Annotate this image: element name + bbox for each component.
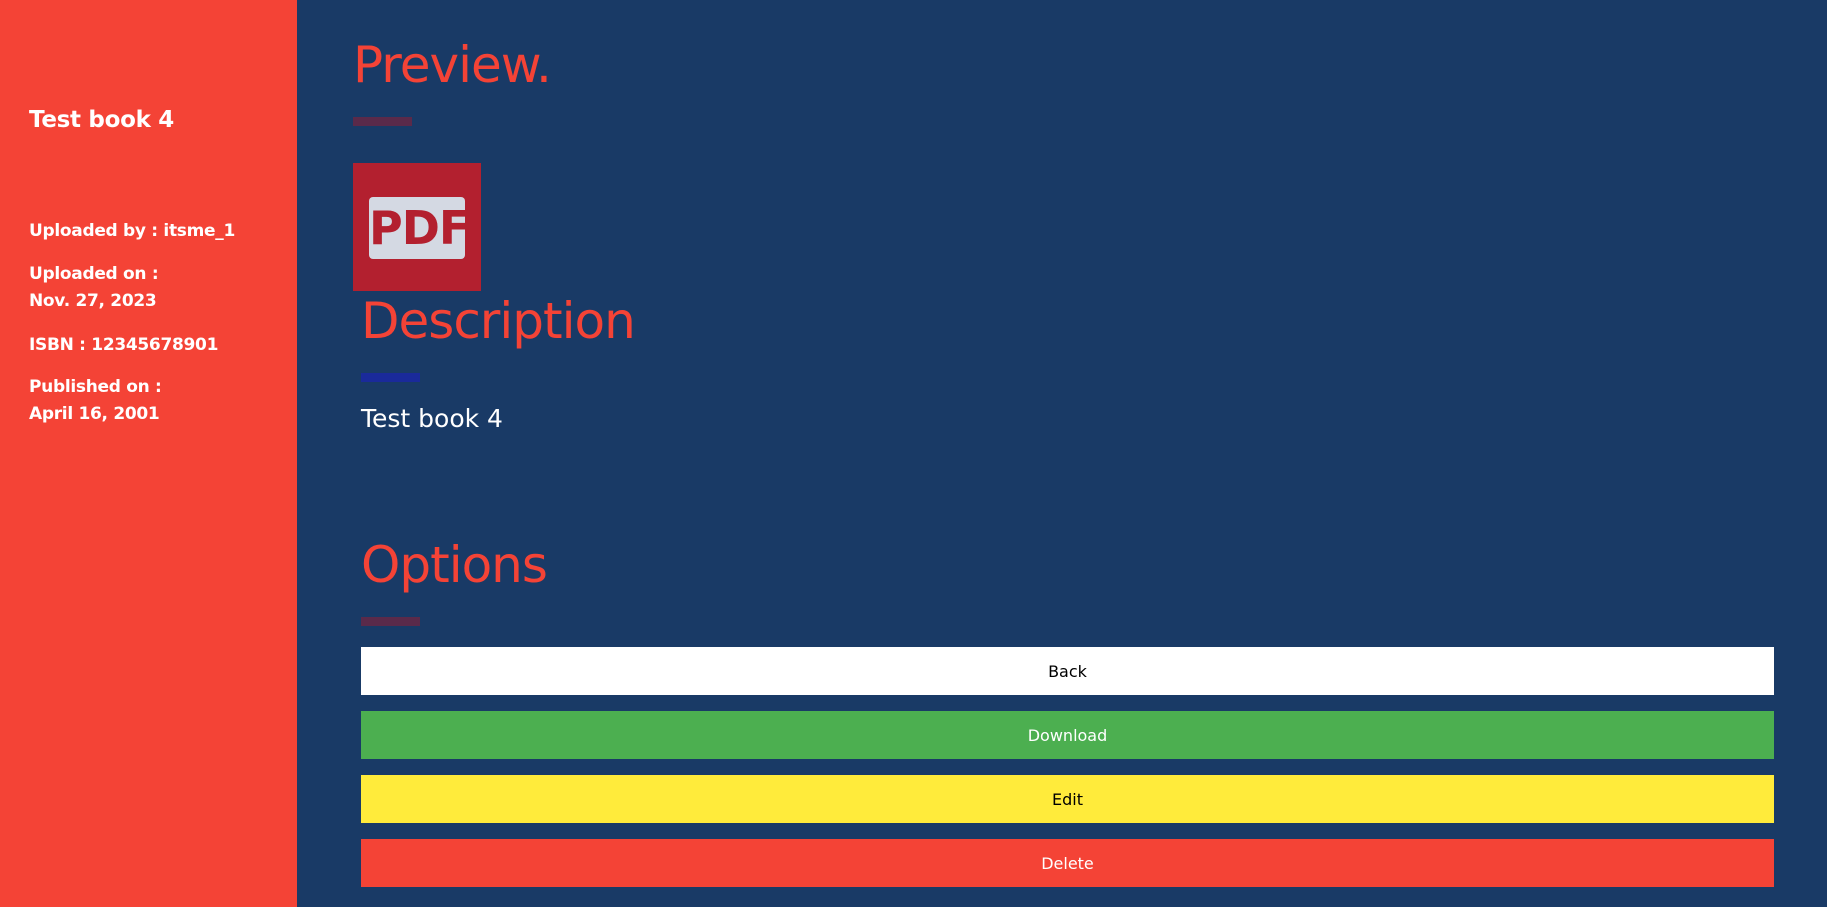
book-title: Test book 4 (29, 107, 174, 133)
uploaded-on: Uploaded on : Nov. 27, 2023 (29, 261, 159, 315)
published-on-value: April 16, 2001 (29, 404, 160, 424)
pdf-icon: PDF (369, 197, 470, 259)
pdf-preview-thumbnail[interactable]: PDF (353, 163, 481, 291)
book-info-sidebar: Test book 4 Uploaded by : itsme_1 Upload… (0, 0, 297, 907)
description-text: Test book 4 (361, 404, 503, 433)
book-detail-page: Test book 4 Uploaded by : itsme_1 Upload… (0, 0, 1827, 907)
options-heading: Options (361, 536, 548, 594)
edit-button[interactable]: Edit (361, 775, 1774, 823)
uploaded-by: Uploaded by : itsme_1 (29, 221, 235, 241)
preview-heading: Preview. (353, 36, 552, 94)
published-on: Published on : April 16, 2001 (29, 374, 162, 428)
preview-underline (353, 117, 412, 126)
delete-button[interactable]: Delete (361, 839, 1774, 887)
main-content: Preview. PDF Description Test book 4 Opt… (297, 0, 1827, 907)
description-underline (361, 373, 420, 382)
isbn: ISBN : 12345678901 (29, 335, 219, 355)
download-button[interactable]: Download (361, 711, 1774, 759)
uploaded-on-value: Nov. 27, 2023 (29, 291, 157, 311)
description-heading: Description (361, 292, 636, 350)
options-underline (361, 617, 420, 626)
back-button[interactable]: Back (361, 647, 1774, 695)
uploaded-on-label: Uploaded on : (29, 264, 159, 284)
published-on-label: Published on : (29, 377, 162, 397)
